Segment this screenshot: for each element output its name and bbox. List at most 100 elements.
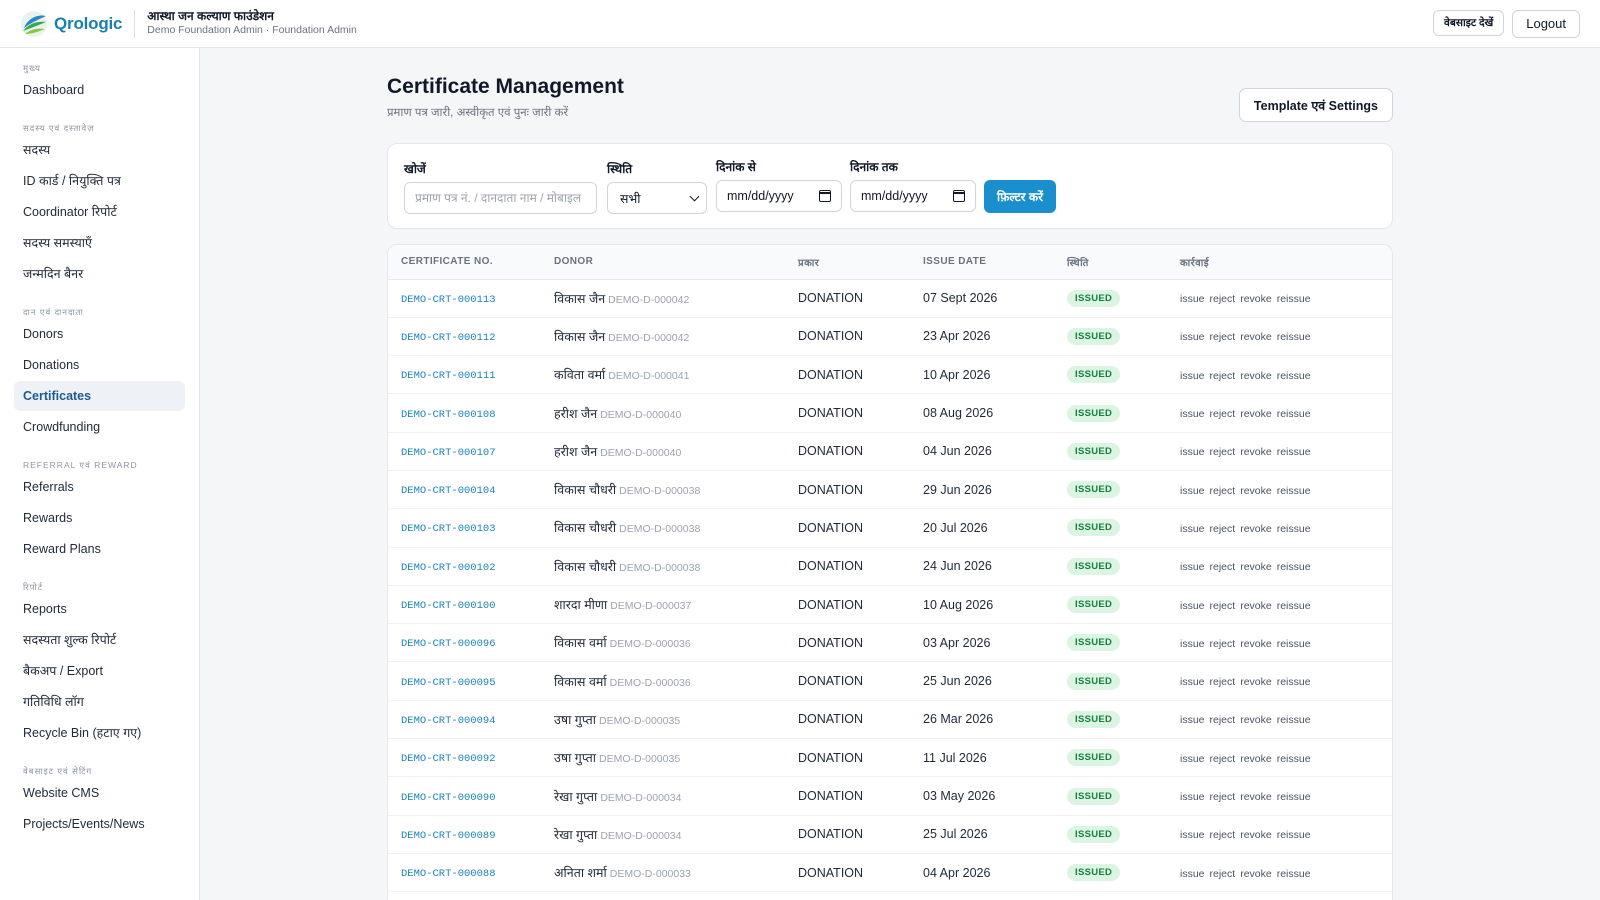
sidebar-item-id-cards[interactable]: ID कार्ड / नियुक्ति पत्र (14, 166, 185, 196)
brand-logo[interactable]: Qrologic (20, 10, 122, 38)
issue-action[interactable]: issue (1180, 868, 1205, 880)
certificate-number-link[interactable]: DEMO-CRT-000088 (401, 868, 496, 880)
sidebar-item-projects-events-news[interactable]: Projects/Events/News (14, 809, 185, 839)
revoke-action[interactable]: revoke (1240, 676, 1272, 688)
certificate-number-link[interactable]: DEMO-CRT-000112 (401, 332, 496, 344)
sidebar-item-coordinator-report[interactable]: Coordinator रिपोर्ट (14, 197, 185, 227)
revoke-action[interactable]: revoke (1240, 485, 1272, 497)
sidebar-item-birthday-banner[interactable]: जन्मदिन बैनर (14, 259, 185, 289)
revoke-action[interactable]: revoke (1240, 638, 1272, 650)
revoke-action[interactable]: revoke (1240, 791, 1272, 803)
certificate-number-link[interactable]: DEMO-CRT-000107 (401, 447, 496, 459)
view-website-button[interactable]: वेबसाइट देखें (1433, 9, 1505, 36)
issue-action[interactable]: issue (1180, 408, 1205, 420)
calendar-icon[interactable] (819, 190, 831, 202)
reject-action[interactable]: reject (1210, 829, 1236, 841)
reject-action[interactable]: reject (1210, 600, 1236, 612)
certificate-number-link[interactable]: DEMO-CRT-000090 (401, 792, 496, 804)
issue-action[interactable]: issue (1180, 446, 1205, 458)
revoke-action[interactable]: revoke (1240, 408, 1272, 420)
reissue-action[interactable]: reissue (1277, 485, 1311, 497)
reject-action[interactable]: reject (1210, 676, 1236, 688)
revoke-action[interactable]: revoke (1240, 446, 1272, 458)
certificate-number-link[interactable]: DEMO-CRT-000095 (401, 677, 496, 689)
reissue-action[interactable]: reissue (1277, 446, 1311, 458)
issue-action[interactable]: issue (1180, 638, 1205, 650)
revoke-action[interactable]: revoke (1240, 868, 1272, 880)
reissue-action[interactable]: reissue (1277, 600, 1311, 612)
revoke-action[interactable]: revoke (1240, 753, 1272, 765)
reject-action[interactable]: reject (1210, 561, 1236, 573)
reissue-action[interactable]: reissue (1277, 523, 1311, 535)
certificate-number-link[interactable]: DEMO-CRT-000094 (401, 715, 496, 727)
reject-action[interactable]: reject (1210, 791, 1236, 803)
reject-action[interactable]: reject (1210, 446, 1236, 458)
issue-action[interactable]: issue (1180, 485, 1205, 497)
revoke-action[interactable]: revoke (1240, 293, 1272, 305)
reject-action[interactable]: reject (1210, 753, 1236, 765)
sidebar-item-activity-log[interactable]: गतिविधि लॉग (14, 687, 185, 717)
search-input[interactable] (404, 182, 597, 214)
issue-action[interactable]: issue (1180, 561, 1205, 573)
sidebar-item-referrals[interactable]: Referrals (14, 472, 185, 502)
reissue-action[interactable]: reissue (1277, 561, 1311, 573)
certificate-number-link[interactable]: DEMO-CRT-000104 (401, 485, 496, 497)
revoke-action[interactable]: revoke (1240, 370, 1272, 382)
sidebar-item-reports[interactable]: Reports (14, 594, 185, 624)
sidebar-item-reward-plans[interactable]: Reward Plans (14, 534, 185, 564)
reissue-action[interactable]: reissue (1277, 676, 1311, 688)
certificate-number-link[interactable]: DEMO-CRT-000102 (401, 562, 496, 574)
reject-action[interactable]: reject (1210, 331, 1236, 343)
date-to-input[interactable]: mm/dd/yyyy (850, 180, 976, 212)
issue-action[interactable]: issue (1180, 370, 1205, 382)
sidebar-item-member-issues[interactable]: सदस्य समस्याएँ (14, 228, 185, 258)
certificate-number-link[interactable]: DEMO-CRT-000092 (401, 753, 496, 765)
certificate-number-link[interactable]: DEMO-CRT-000108 (401, 409, 496, 421)
issue-action[interactable]: issue (1180, 791, 1205, 803)
issue-action[interactable]: issue (1180, 829, 1205, 841)
reject-action[interactable]: reject (1210, 523, 1236, 535)
certificate-number-link[interactable]: DEMO-CRT-000113 (401, 294, 496, 306)
reject-action[interactable]: reject (1210, 714, 1236, 726)
date-from-input[interactable]: mm/dd/yyyy (716, 180, 842, 212)
reject-action[interactable]: reject (1210, 868, 1236, 880)
issue-action[interactable]: issue (1180, 293, 1205, 305)
reissue-action[interactable]: reissue (1277, 638, 1311, 650)
sidebar-item-backup-export[interactable]: बैकअप / Export (14, 656, 185, 686)
reject-action[interactable]: reject (1210, 485, 1236, 497)
sidebar-item-website-cms[interactable]: Website CMS (14, 778, 185, 808)
issue-action[interactable]: issue (1180, 600, 1205, 612)
sidebar-item-recycle-bin[interactable]: Recycle Bin (हटाए गए) (14, 718, 185, 748)
issue-action[interactable]: issue (1180, 331, 1205, 343)
sidebar-item-certificates[interactable]: Certificates (14, 381, 185, 411)
certificate-number-link[interactable]: DEMO-CRT-000100 (401, 600, 496, 612)
reissue-action[interactable]: reissue (1277, 293, 1311, 305)
calendar-icon[interactable] (953, 190, 965, 202)
sidebar-item-dashboard[interactable]: Dashboard (14, 75, 185, 105)
sidebar-item-donations[interactable]: Donations (14, 350, 185, 380)
reject-action[interactable]: reject (1210, 293, 1236, 305)
revoke-action[interactable]: revoke (1240, 600, 1272, 612)
logout-button[interactable]: Logout (1512, 9, 1580, 38)
sidebar-item-membership-fee-report[interactable]: सदस्यता शुल्क रिपोर्ट (14, 625, 185, 655)
sidebar-item-rewards[interactable]: Rewards (14, 503, 185, 533)
reissue-action[interactable]: reissue (1277, 370, 1311, 382)
certificate-number-link[interactable]: DEMO-CRT-000089 (401, 830, 496, 842)
reissue-action[interactable]: reissue (1277, 829, 1311, 841)
reject-action[interactable]: reject (1210, 370, 1236, 382)
issue-action[interactable]: issue (1180, 523, 1205, 535)
reject-action[interactable]: reject (1210, 408, 1236, 420)
revoke-action[interactable]: revoke (1240, 523, 1272, 535)
sidebar-item-crowdfunding[interactable]: Crowdfunding (14, 412, 185, 442)
reject-action[interactable]: reject (1210, 638, 1236, 650)
reissue-action[interactable]: reissue (1277, 408, 1311, 420)
reissue-action[interactable]: reissue (1277, 791, 1311, 803)
sidebar-item-donors[interactable]: Donors (14, 319, 185, 349)
sidebar-item-members[interactable]: सदस्य (14, 135, 185, 165)
reissue-action[interactable]: reissue (1277, 868, 1311, 880)
revoke-action[interactable]: revoke (1240, 331, 1272, 343)
certificate-number-link[interactable]: DEMO-CRT-000103 (401, 523, 496, 535)
reissue-action[interactable]: reissue (1277, 714, 1311, 726)
reissue-action[interactable]: reissue (1277, 753, 1311, 765)
revoke-action[interactable]: revoke (1240, 561, 1272, 573)
